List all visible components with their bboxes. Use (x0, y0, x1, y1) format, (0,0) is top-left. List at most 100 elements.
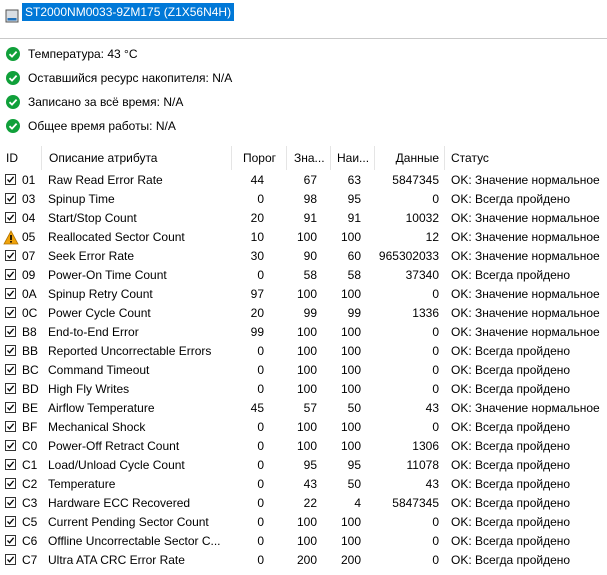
table-row[interactable]: 0C Power Cycle Count 20 99 99 1336 OK: Значени… (0, 304, 607, 323)
table-row[interactable]: 03 Spinup Time 0 98 95 0 OK: Всегда пройдено (0, 190, 607, 209)
row-checkbox[interactable] (5, 554, 16, 565)
cell-threshold: 0 (257, 382, 264, 396)
cell-description: Command Timeout (48, 363, 150, 377)
column-header-worst[interactable]: Наи... (337, 146, 371, 170)
cell-id: 01 (22, 173, 36, 187)
row-checkbox[interactable] (5, 402, 16, 413)
cell-status: OK: Значение нормальное (451, 306, 600, 320)
cell-threshold: 20 (250, 306, 264, 320)
cell-data: 43 (425, 477, 439, 491)
drive-title[interactable]: ST2000NM0033-9ZM175 (Z1X56N4H) (22, 3, 235, 21)
row-checkbox[interactable] (5, 459, 16, 470)
table-row[interactable]: C5 Current Pending Sector Count 0 100 100 0 OK… (0, 513, 607, 532)
cell-id: C0 (22, 439, 38, 453)
cell-threshold: 0 (257, 420, 264, 434)
row-checkbox[interactable] (5, 193, 16, 204)
table-row[interactable]: BF Mechanical Shock 0 100 100 0 OK: Всегда про… (0, 418, 607, 437)
cell-description: Power-Off Retract Count (48, 439, 180, 453)
cell-worst: 50 (347, 401, 361, 415)
cell-threshold: 0 (257, 268, 264, 282)
table-row[interactable]: 0A Spinup Retry Count 97 100 100 0 OK: Значени… (0, 285, 607, 304)
cell-value: 100 (296, 363, 317, 377)
table-row[interactable]: C0 Power-Off Retract Count 0 100 100 1306 OK: … (0, 437, 607, 456)
column-header-status[interactable]: Статус (451, 146, 601, 170)
column-header-value[interactable]: Зна... (294, 146, 328, 170)
cell-threshold: 0 (257, 363, 264, 377)
cell-threshold: 30 (250, 249, 264, 263)
row-checkbox[interactable] (5, 383, 16, 394)
cell-value: 100 (296, 230, 317, 244)
cell-description: Reported Uncorrectable Errors (48, 344, 212, 358)
cell-worst: 100 (340, 344, 361, 358)
row-checkbox[interactable] (5, 345, 16, 356)
cell-worst: 100 (340, 325, 361, 339)
table-row[interactable]: B8 End-to-End Error 99 100 100 0 OK: Значение … (0, 323, 607, 342)
cell-data: 11078 (406, 458, 439, 472)
hard-drive-icon (5, 9, 19, 23)
column-header-id[interactable]: ID (6, 146, 36, 170)
table-row[interactable]: 04 Start/Stop Count 20 91 91 10032 OK: Значени… (0, 209, 607, 228)
cell-description: Power Cycle Count (48, 306, 151, 320)
table-row[interactable]: 01 Raw Read Error Rate 44 67 63 5847345 OK: Зн… (0, 171, 607, 190)
warning-icon (3, 230, 19, 245)
row-checkbox[interactable] (5, 421, 16, 432)
row-checkbox[interactable] (5, 174, 16, 185)
cell-threshold: 0 (257, 515, 264, 529)
ok-check-icon (6, 119, 20, 133)
cell-id: C1 (22, 458, 38, 472)
table-row[interactable]: C1 Load/Unload Cycle Count 0 95 95 11078 OK: В… (0, 456, 607, 475)
row-checkbox[interactable] (5, 440, 16, 451)
cell-status: OK: Значение нормальное (451, 287, 600, 301)
table-row[interactable]: BB Reported Uncorrectable Errors 0 100 100 0 O… (0, 342, 607, 361)
row-checkbox[interactable] (5, 497, 16, 508)
row-checkbox[interactable] (5, 307, 16, 318)
table-row[interactable]: 09 Power-On Time Count 0 58 58 37340 OK: Всегд… (0, 266, 607, 285)
cell-value: 98 (303, 192, 317, 206)
cell-value: 95 (303, 458, 317, 472)
cell-worst: 50 (347, 477, 361, 491)
status-label: Общее время работы: N/A (28, 119, 176, 133)
table-row[interactable]: C7 Ultra ATA CRC Error Rate 0 200 200 0 OK: Вс… (0, 551, 607, 570)
cell-value: 100 (296, 344, 317, 358)
cell-status: OK: Всегда пройдено (451, 553, 571, 567)
cell-value: 57 (303, 401, 317, 415)
cell-worst: 4 (354, 496, 361, 510)
row-checkbox[interactable] (5, 516, 16, 527)
table-row[interactable]: C6 Offline Uncorrectable Sector C... 0 100 1… (0, 532, 607, 551)
table-row[interactable]: BE Airflow Temperature 45 57 50 43 OK: Значени… (0, 399, 607, 418)
row-checkbox[interactable] (5, 269, 16, 280)
cell-id: C3 (22, 496, 38, 510)
cell-data: 0 (432, 287, 439, 301)
row-checkbox[interactable] (5, 212, 16, 223)
cell-data: 0 (432, 325, 439, 339)
table-row[interactable]: BC Command Timeout 0 100 100 0 OK: Всегда прой… (0, 361, 607, 380)
table-header: ID Описание атрибута Порог Зна... Наи...… (0, 146, 607, 170)
row-checkbox[interactable] (5, 288, 16, 299)
table-row[interactable]: 05 Reallocated Sector Count 10 100 100 12 OK: … (0, 228, 607, 247)
cell-status: OK: Значение нормальное (451, 325, 600, 339)
cell-value: 100 (296, 382, 317, 396)
cell-status: OK: Всегда пройдено (451, 382, 571, 396)
row-checkbox[interactable] (5, 364, 16, 375)
column-header-threshold[interactable]: Порог (232, 146, 276, 170)
cell-id: C5 (22, 515, 38, 529)
cell-status: OK: Значение нормальное (451, 401, 600, 415)
cell-threshold: 0 (257, 496, 264, 510)
table-row[interactable]: C2 Temperature 0 43 50 43 OK: Всегда пройдено (0, 475, 607, 494)
cell-value: 100 (296, 515, 317, 529)
cell-value: 100 (296, 439, 317, 453)
status-item: Температура: 43 °C (6, 45, 138, 63)
cell-id: BD (22, 382, 39, 396)
row-checkbox[interactable] (5, 250, 16, 261)
table-row[interactable]: BD High Fly Writes 0 100 100 0 OK: Всегда прой… (0, 380, 607, 399)
table-row[interactable]: 07 Seek Error Rate 30 90 60 965302033 OK: Знач… (0, 247, 607, 266)
column-header-data[interactable]: Данные (376, 146, 439, 170)
row-checkbox[interactable] (5, 326, 16, 337)
cell-data: 12 (425, 230, 439, 244)
row-checkbox[interactable] (5, 535, 16, 546)
row-checkbox[interactable] (5, 478, 16, 489)
column-header-description[interactable]: Описание атрибута (49, 146, 229, 170)
cell-status: OK: Всегда пройдено (451, 515, 571, 529)
table-row[interactable]: C3 Hardware ECC Recovered 0 22 4 5847345 OK: В… (0, 494, 607, 513)
cell-worst: 100 (340, 439, 361, 453)
